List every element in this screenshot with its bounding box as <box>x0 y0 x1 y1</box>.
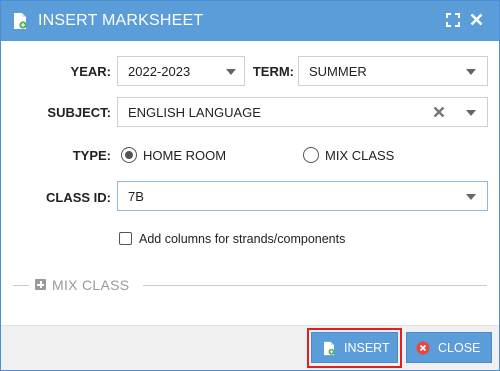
year-label: YEAR: <box>70 64 111 79</box>
clear-icon[interactable] <box>433 106 445 118</box>
class-id-value[interactable]: 7B <box>128 189 144 204</box>
mix-class-section-title[interactable]: MIX CLASS <box>52 277 129 293</box>
mix-class-radio[interactable] <box>303 147 319 163</box>
class-id-label: CLASS ID: <box>46 190 111 205</box>
close-circle-icon <box>416 341 430 355</box>
strands-checkbox[interactable] <box>119 232 132 245</box>
year-value: 2022-2023 <box>128 64 191 79</box>
close-icon[interactable] <box>470 13 483 26</box>
mix-class-radio-label[interactable]: MIX CLASS <box>325 148 394 163</box>
dialog-titlebar[interactable]: INSERT MARKSHEET <box>1 1 499 41</box>
insert-marksheet-dialog: INSERT MARKSHEET YEAR: 2022-2023 TERM: S… <box>0 0 500 371</box>
home-room-radio-label[interactable]: HOME ROOM <box>143 148 226 163</box>
document-add-icon <box>14 13 27 29</box>
document-add-icon <box>324 341 335 356</box>
subject-value: ENGLISH LANGUAGE <box>128 105 261 120</box>
chevron-down-icon[interactable] <box>466 110 476 116</box>
expand-plus-icon[interactable] <box>35 279 46 290</box>
section-divider-left <box>13 285 29 286</box>
maximize-icon[interactable] <box>446 13 460 27</box>
term-select[interactable]: SUMMER <box>298 56 488 86</box>
chevron-down-icon[interactable] <box>466 194 476 200</box>
class-id-select[interactable]: 7B <box>117 181 488 211</box>
term-label: TERM: <box>252 64 294 79</box>
year-select[interactable]: 2022-2023 <box>117 56 245 86</box>
type-label: TYPE: <box>72 148 111 163</box>
dialog-title: INSERT MARKSHEET <box>38 12 204 29</box>
close-button-label: CLOSE <box>438 341 481 355</box>
insert-button[interactable]: INSERT <box>311 332 398 363</box>
strands-checkbox-label[interactable]: Add columns for strands/components <box>139 232 345 246</box>
section-divider-right <box>143 285 487 286</box>
subject-label: SUBJECT: <box>47 105 111 120</box>
close-button[interactable]: CLOSE <box>406 332 492 363</box>
chevron-down-icon[interactable] <box>466 69 476 75</box>
insert-button-label: INSERT <box>344 341 390 355</box>
chevron-down-icon[interactable] <box>226 69 236 75</box>
subject-select[interactable]: ENGLISH LANGUAGE <box>117 97 488 127</box>
term-value: SUMMER <box>309 64 367 79</box>
home-room-radio[interactable] <box>121 147 137 163</box>
